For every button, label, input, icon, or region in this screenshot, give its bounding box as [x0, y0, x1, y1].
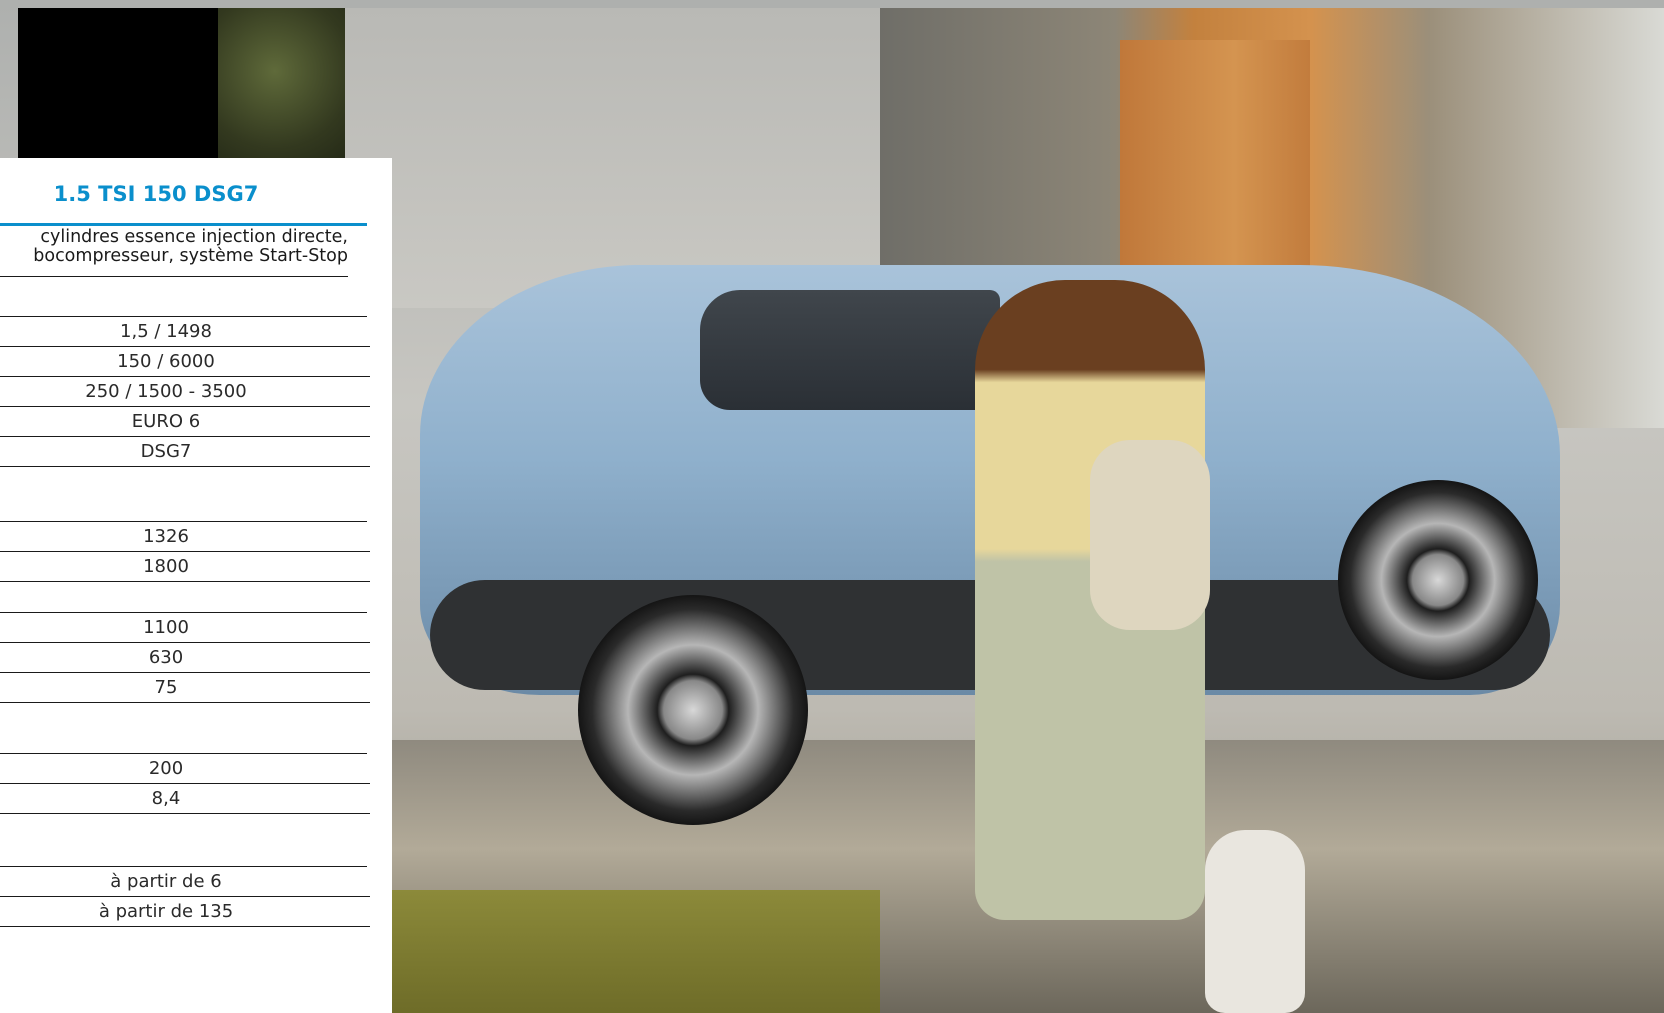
spec-value: DSG7 [140, 441, 192, 462]
spec-row: 75 [0, 673, 370, 703]
backpack [1090, 440, 1210, 630]
spec-value: à partir de 135 [98, 901, 234, 922]
grass-strip [390, 890, 880, 1013]
spec-value: 250 / 1500 - 3500 [85, 381, 247, 402]
spec-row: à partir de 135 [0, 897, 370, 927]
spec-value: 1326 [143, 526, 189, 547]
title-underline [0, 223, 367, 226]
spec-row: 630 [0, 643, 370, 673]
house-wall [345, 8, 905, 308]
row-rule [0, 581, 370, 582]
spec-value: 150 / 6000 [117, 351, 215, 372]
black-block [18, 8, 218, 160]
spec-row: DSG7 [0, 437, 370, 467]
spec-row: 1,5 / 1498 [0, 317, 370, 347]
row-rule [0, 466, 370, 467]
spec-row: à partir de 6 [0, 867, 370, 897]
spec-value: 8,4 [151, 788, 181, 809]
dog-figure [1205, 830, 1305, 1013]
car-window [700, 290, 1000, 410]
engine-description-line-1: cylindres essence injection directe, [40, 227, 348, 247]
engine-description-line-2: bocompresseur, système Start-Stop [33, 246, 348, 266]
spec-row: 8,4 [0, 784, 370, 814]
row-rule [0, 813, 370, 814]
spec-value: 200 [148, 758, 184, 779]
car-rear-wheel [578, 595, 808, 825]
spec-row: 1800 [0, 552, 370, 582]
trees-area [218, 8, 360, 166]
spec-value: 1800 [143, 556, 189, 577]
engine-title: 1.5 TSI 150 DSG7 [53, 182, 259, 206]
spec-value: 630 [148, 647, 184, 668]
spec-value: à partir de 6 [110, 871, 222, 892]
row-rule [0, 702, 370, 703]
description-rule [0, 276, 348, 277]
spec-row: 1326 [0, 522, 370, 552]
engine-description: cylindres essence injection directe, boc… [0, 228, 348, 266]
spec-value: EURO 6 [131, 411, 201, 432]
spec-row: 200 [0, 754, 370, 784]
spec-row: 1100 [0, 613, 370, 643]
spec-row: 150 / 6000 [0, 347, 370, 377]
spec-value: 75 [154, 677, 178, 698]
spec-row: EURO 6 [0, 407, 370, 437]
row-rule [0, 926, 370, 927]
spec-value: 1,5 / 1498 [120, 321, 212, 342]
spec-value: 1100 [143, 617, 189, 638]
spec-row: 250 / 1500 - 3500 [0, 377, 370, 407]
car-front-wheel [1338, 480, 1538, 680]
